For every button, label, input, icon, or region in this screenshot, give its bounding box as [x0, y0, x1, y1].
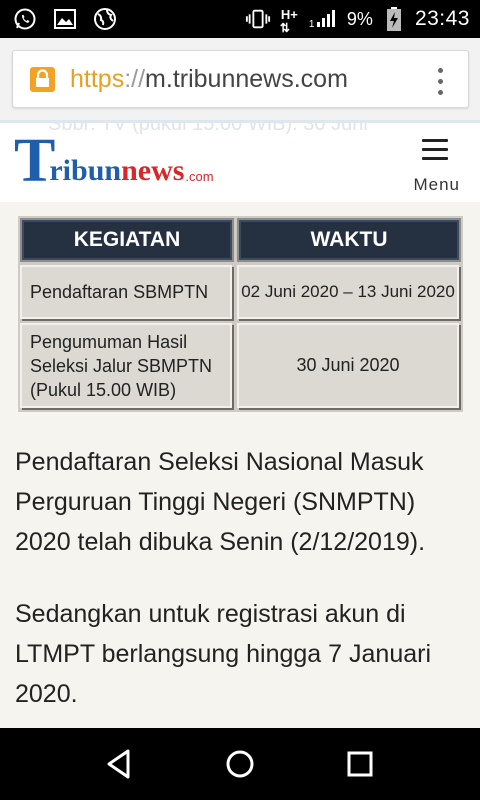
- schedule-table-image: KEGIATAN WAKTU Pendaftaran SBMPTN 02 Jun…: [18, 216, 463, 412]
- network-type: H+ ⇅: [279, 4, 301, 35]
- recents-icon[interactable]: [340, 746, 380, 782]
- logo-news: news: [121, 154, 185, 187]
- notification-icons: [12, 6, 118, 32]
- url-scheme: https: [70, 65, 125, 93]
- vibrate-icon: [245, 6, 271, 32]
- whatsapp-icon: [12, 6, 38, 32]
- image-icon: [52, 6, 78, 32]
- status-bar: H+ ⇅ 1 9% 23:43: [0, 0, 480, 38]
- overflow-menu-icon[interactable]: [430, 65, 450, 95]
- site-header: Sbbr: TV (pukul 15.00 WIB). 30 Juni T ri…: [0, 120, 480, 202]
- navigation-bar: [0, 728, 480, 800]
- battery-percent: 9%: [346, 8, 373, 29]
- network-arrows-icon: ⇅: [279, 21, 290, 35]
- battery-charging-icon: [381, 6, 407, 32]
- globe-icon: [92, 6, 118, 32]
- kegiatan-2-line-1: Pengumuman Hasil: [30, 331, 188, 352]
- url-text[interactable]: https://m.tribunnews.com: [70, 65, 348, 94]
- table-header-waktu: WAKTU: [237, 218, 461, 262]
- browser-toolbar: https://m.tribunnews.com: [0, 38, 480, 120]
- table-cell-waktu-1: 02 Juni 2020 – 13 Juni 2020: [237, 265, 459, 319]
- home-icon[interactable]: [220, 746, 260, 782]
- menu-label[interactable]: Menu: [413, 175, 460, 195]
- kegiatan-2-line-3: (Pukul 15.00 WIB): [30, 379, 177, 400]
- table-cell-waktu-2: 30 Juni 2020: [237, 323, 459, 408]
- signal-icon: 1: [309, 7, 339, 31]
- article-paragraph: Sedangkan untuk registrasi akun di LTMPT…: [15, 600, 432, 708]
- lock-icon[interactable]: [30, 67, 55, 92]
- hamburger-menu-icon[interactable]: [422, 139, 448, 166]
- logo-com: .com: [185, 169, 214, 184]
- kegiatan-2-line-2: Seleksi Jalur SBMPTN: [30, 355, 213, 376]
- article-paragraph: Pendaftaran Seleksi Nasional Masuk Pergu…: [15, 448, 426, 556]
- table-header-kegiatan: KEGIATAN: [20, 218, 234, 262]
- back-icon[interactable]: [100, 746, 140, 782]
- network-label: H+: [280, 7, 298, 22]
- table-cell-kegiatan-2: Pengumuman Hasil Seleksi Jalur SBMPTN (P…: [20, 323, 232, 408]
- article-content: KEGIATAN WAKTU Pendaftaran SBMPTN 02 Jun…: [0, 202, 480, 728]
- address-bar[interactable]: https://m.tribunnews.com: [12, 50, 469, 108]
- logo-ribun: ribun: [49, 154, 122, 187]
- url-separator: ://: [124, 65, 146, 93]
- table-cell-kegiatan-1: Pendaftaran SBMPTN: [20, 265, 232, 319]
- tribunnews-logo[interactable]: T ribun news .com: [14, 130, 214, 192]
- clock: 23:43: [414, 7, 470, 30]
- system-status-icons: H+ ⇅ 1 9% 23:43: [245, 0, 470, 38]
- url-host: m.tribunnews.com: [145, 65, 348, 93]
